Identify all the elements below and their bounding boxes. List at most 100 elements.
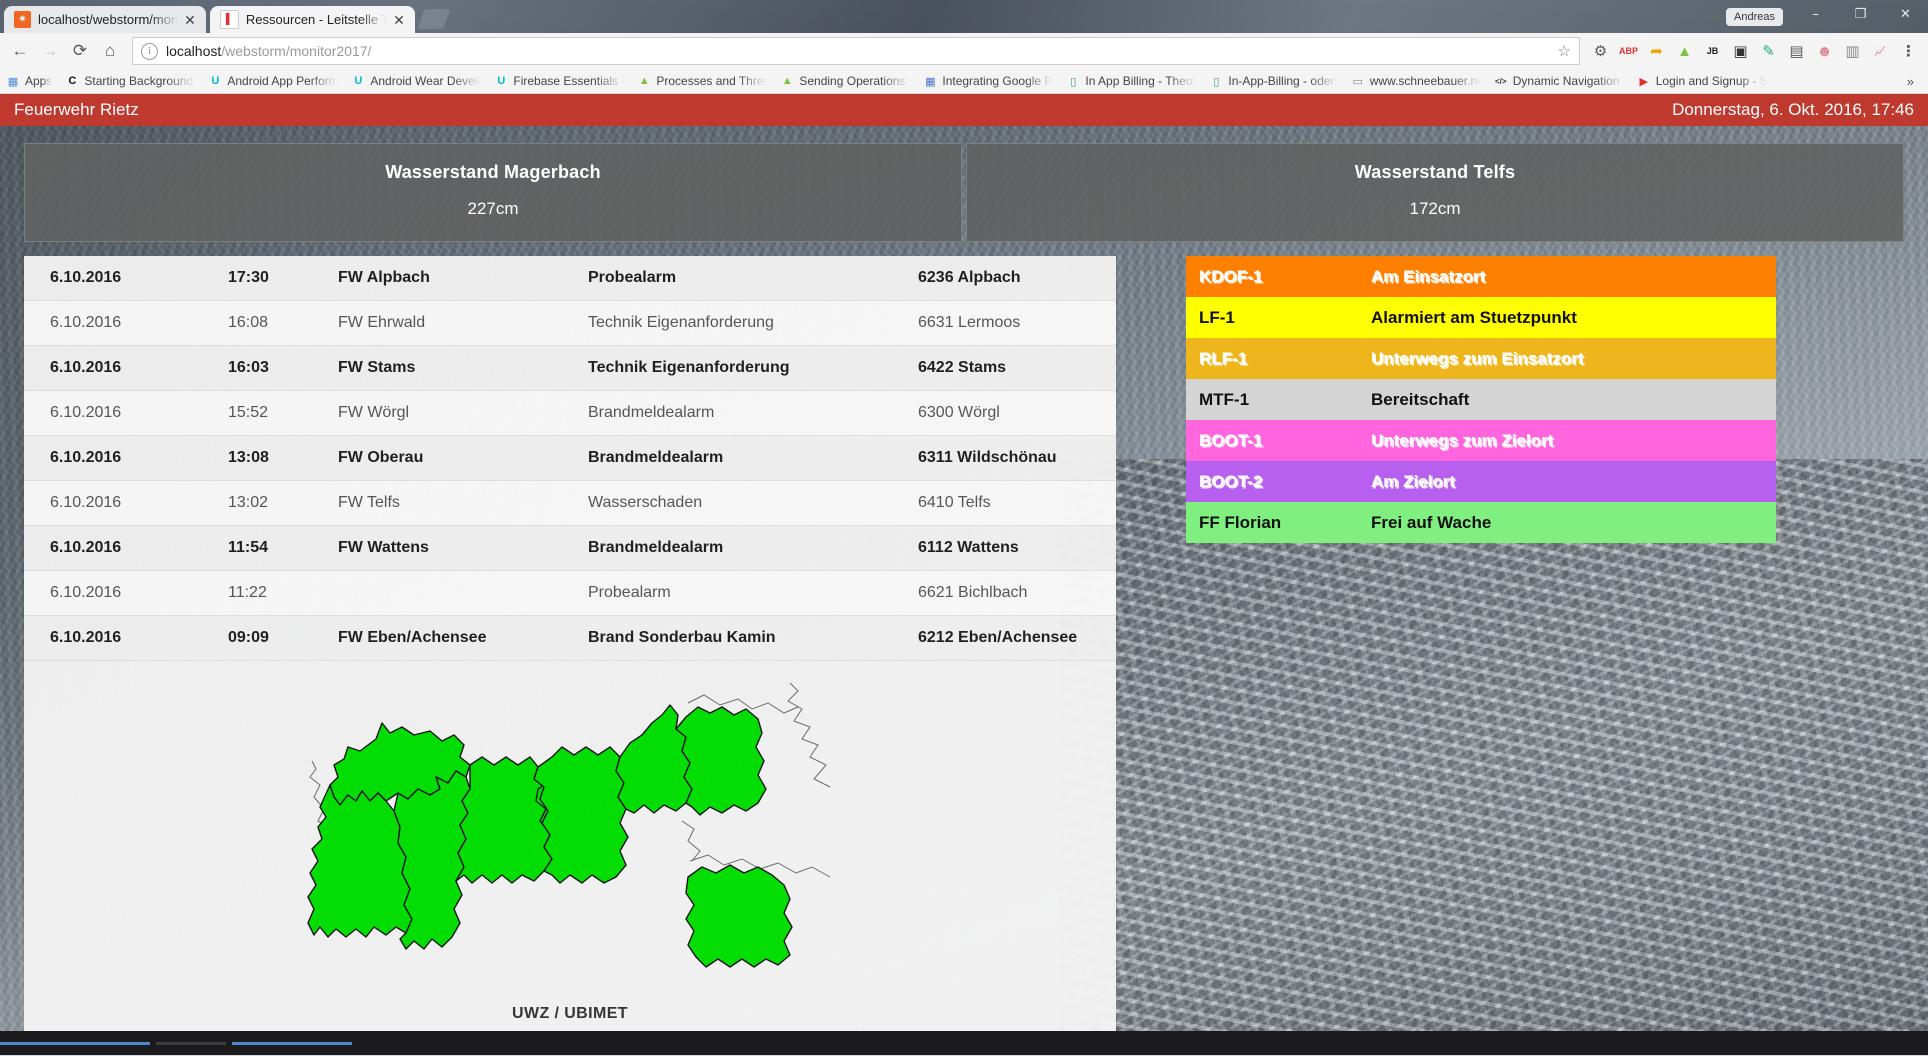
alarm-type: Probealarm — [588, 256, 918, 301]
resource-status: Frei auf Wache — [1371, 512, 1492, 532]
bookmark-label: www.schneebauer.net — [1369, 74, 1481, 88]
table-row[interactable]: 6.10.2016 16:03 FW Stams Technik Eigenanfor… — [24, 345, 1116, 391]
alarm-unit: FW Telfs — [338, 480, 588, 526]
alarm-date: 6.10.2016 — [24, 300, 228, 346]
resource-row-ff-florian[interactable]: FF Florian Frei auf Wache — [1186, 502, 1776, 543]
chrome-menu-icon[interactable]: ⋮ — [1895, 38, 1922, 65]
table-row[interactable]: 6.10.2016 13:08 FW Oberau Brandmeldealarm 63… — [24, 435, 1116, 481]
colorpicker-icon[interactable]: ✎ — [1755, 38, 1782, 65]
bookmark-item-3[interactable]: U Android Wear Develo — [351, 74, 481, 88]
profile-name-badge[interactable]: Andreas — [1726, 7, 1783, 26]
window-maximize-button[interactable]: ❐ — [1838, 0, 1883, 29]
browser-tab-1[interactable]: ✷ localhost/webstorm/mon ✕ — [4, 6, 206, 33]
pushbullet-icon[interactable]: ➦ — [1643, 38, 1670, 65]
bookmark-item-11[interactable]: </> Dynamic Navigation D — [1494, 74, 1624, 88]
reload-icon[interactable]: ⟳ — [66, 37, 94, 65]
bookmark-item-7[interactable]: ▦ Integrating Google Pla — [923, 74, 1053, 88]
table-row[interactable]: 6.10.2016 15:52 FW Wörgl Brandmeldealarm 630… — [24, 390, 1116, 436]
alarm-time: 11:22 — [228, 570, 338, 616]
weather-warning-map: UWZ / UBIMET — [24, 661, 1116, 1041]
address-bar[interactable]: i localhost /webstorm/monitor2017/ ☆ — [132, 37, 1580, 65]
bookmark-item-8[interactable]: ▯ In App Billing - Theori — [1066, 74, 1196, 88]
bookmark-favicon: ▲ — [638, 75, 650, 87]
resource-status-panel: KDOF-1 Am Einsatzort LF-1 Alarmiert am Stue… — [1186, 256, 1776, 543]
resource-row-rlf-1[interactable]: RLF-1 Unterwegs zum Einsatzort — [1186, 338, 1776, 379]
alarm-place: 6112 Wattens — [918, 525, 1116, 571]
bookmark-favicon: ▶ — [1639, 75, 1648, 88]
bookmark-favicon: ▦ — [7, 75, 19, 88]
window-close-button[interactable]: ✕ — [1883, 0, 1928, 29]
alarm-place: 6422 Stams — [918, 345, 1116, 391]
site-info-icon[interactable]: i — [141, 42, 158, 60]
resource-row-kdof-1[interactable]: KDOF-1 Am Einsatzort — [1186, 256, 1776, 297]
terminal-icon[interactable]: ▣ — [1727, 38, 1754, 65]
browser-tab-2[interactable]: ▌ Ressourcen - Leitstelle Ti ✕ — [209, 6, 415, 33]
bookmark-label: Starting Background S — [84, 74, 196, 88]
bookmark-item-6[interactable]: ▲ Sending Operations t — [780, 74, 910, 88]
jetbrains-icon[interactable]: JB — [1699, 38, 1726, 65]
table-row[interactable]: 6.10.2016 11:22 Probealarm 6621 Bichlbach — [24, 570, 1116, 616]
resource-row-mtf-1[interactable]: MTF-1 Bereitschaft — [1186, 379, 1776, 420]
alarm-time: 13:08 — [228, 435, 338, 481]
avatar-icon[interactable]: ☻ — [1811, 38, 1838, 65]
resource-row-lf-1[interactable]: LF-1 Alarmiert am Stuetzpunkt — [1186, 297, 1776, 338]
screenshot-icon[interactable]: ▥ — [1839, 38, 1866, 65]
app-header: Feuerwehr Rietz Donnerstag, 6. Okt. 2016… — [0, 94, 1928, 126]
bookmark-item-12[interactable]: ▶ Login and Signup - SO — [1637, 74, 1767, 88]
alarm-type: Brandmeldealarm — [588, 525, 918, 571]
bookmarks-overflow-icon[interactable]: » — [1907, 74, 1922, 89]
bookmark-label: Integrating Google Pla — [942, 74, 1054, 88]
alarm-time: 15:52 — [228, 390, 338, 436]
resource-row-boot-2[interactable]: BOOT-2 Am Zielort — [1186, 461, 1776, 502]
resource-status: Unterwegs zum Einsatzort — [1371, 348, 1584, 368]
resource-name: BOOT-2 — [1199, 471, 1263, 491]
analytics-icon[interactable]: 📈 — [1867, 38, 1894, 65]
bookmark-item-9[interactable]: ▯ In-App-Billing - oder: — [1209, 74, 1337, 88]
reader-icon[interactable]: ▤ — [1783, 38, 1810, 65]
forward-icon[interactable]: → — [36, 37, 64, 65]
table-row[interactable]: 6.10.2016 09:09 FW Eben/Achensee Brand Sond… — [24, 615, 1116, 661]
alarm-date: 6.10.2016 — [24, 345, 228, 391]
alarm-date: 6.10.2016 — [24, 615, 228, 661]
bookmark-favicon: </> — [1494, 76, 1507, 86]
table-row[interactable]: 6.10.2016 16:08 FW Ehrwald Technik Eigenanf… — [24, 300, 1116, 346]
bookmark-item-1[interactable]: C Starting Background S — [65, 74, 195, 88]
table-row[interactable]: 6.10.2016 11:54 FW Wattens Brandmeldealarm 6… — [24, 525, 1116, 571]
alarm-type: Probealarm — [588, 570, 918, 616]
alarm-time: 11:54 — [228, 525, 338, 571]
alarm-place: 6311 Wildschönau — [918, 435, 1116, 481]
window-minimize-button[interactable]: – — [1793, 0, 1838, 29]
windows-taskbar[interactable] — [0, 1031, 1928, 1055]
tab-1-close-icon[interactable]: ✕ — [184, 13, 196, 27]
alarm-date: 6.10.2016 — [24, 256, 228, 301]
alarm-time: 16:03 — [228, 345, 338, 391]
tab-2-close-icon[interactable]: ✕ — [393, 13, 405, 27]
alarm-unit — [338, 570, 588, 616]
bookmark-item-10[interactable]: ▭ www.schneebauer.net — [1351, 74, 1481, 88]
bookmark-item-5[interactable]: ▲ Processes and Thread — [637, 74, 767, 88]
settings-gear-icon[interactable]: ⚙ — [1587, 38, 1614, 65]
alarm-type: Brand Sonderbau Kamin — [588, 615, 918, 661]
android-icon[interactable]: ▲ — [1671, 38, 1698, 65]
browser-toolbar: ← → ⟳ ⌂ i localhost /webstorm/monitor201… — [0, 33, 1928, 69]
bookmark-item-0[interactable]: ▦ Apps — [6, 74, 53, 88]
bookmark-item-4[interactable]: U Firebase Essentials Fo — [494, 74, 624, 88]
resource-row-boot-1[interactable]: BOOT-1 Unterwegs zum Zielort — [1186, 420, 1776, 461]
tirol-regions — [307, 704, 793, 968]
bookmark-favicon: C — [68, 75, 77, 87]
resource-name: RLF-1 — [1199, 348, 1248, 368]
table-row[interactable]: 6.10.2016 13:02 FW Telfs Wasserschaden 6410 … — [24, 480, 1116, 526]
bookmark-label: Dynamic Navigation D — [1512, 74, 1624, 88]
adblock-icon[interactable]: ABP — [1615, 38, 1642, 65]
home-icon[interactable]: ⌂ — [96, 37, 124, 65]
bookmark-item-2[interactable]: U Android App Performa — [208, 74, 338, 88]
table-row[interactable]: 6.10.2016 17:30 FW Alpbach Probealarm 6236 A… — [24, 256, 1116, 301]
back-icon[interactable]: ← — [6, 37, 34, 65]
alarm-time: 09:09 — [228, 615, 338, 661]
bookmark-star-icon[interactable]: ☆ — [1558, 42, 1571, 60]
water-level-value: 227cm — [467, 199, 519, 218]
alarm-date: 6.10.2016 — [24, 480, 228, 526]
alarm-unit: FW Wörgl — [338, 390, 588, 436]
bookmark-label: Android App Performa — [227, 74, 339, 88]
bookmark-favicon: U — [211, 75, 220, 87]
